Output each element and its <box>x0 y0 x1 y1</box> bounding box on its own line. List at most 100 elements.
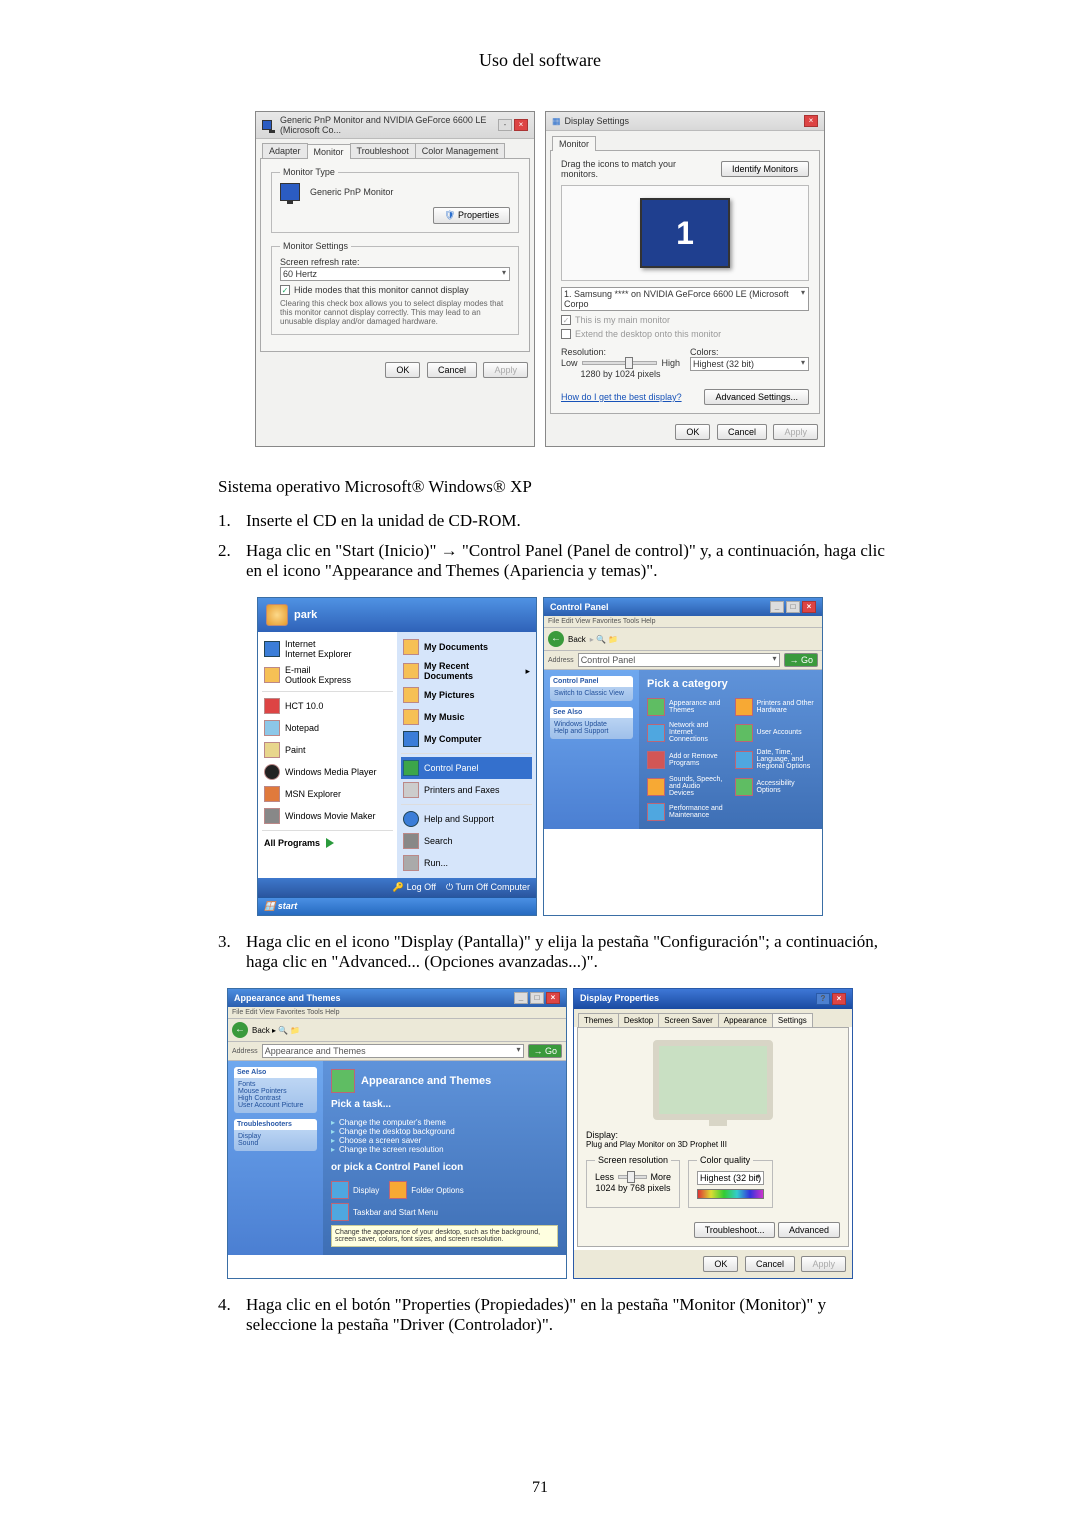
cancel-button[interactable]: Cancel <box>745 1256 795 1272</box>
extend-desktop-checkbox[interactable] <box>561 329 571 339</box>
start-item-internet[interactable]: Internet Internet Explorer <box>262 636 393 662</box>
task-link[interactable]: ▸Change the desktop background <box>331 1127 558 1136</box>
cat-addremove[interactable]: Add or Remove Programs <box>647 749 727 770</box>
start-item-help[interactable]: Help and Support <box>401 808 532 830</box>
start-item-email[interactable]: E-mail Outlook Express <box>262 662 393 688</box>
cat-printers[interactable]: Printers and Other Hardware <box>735 698 815 716</box>
tab-troubleshoot[interactable]: Troubleshoot <box>350 143 416 158</box>
tab-themes[interactable]: Themes <box>578 1013 619 1027</box>
close-icon[interactable]: × <box>546 992 560 1004</box>
start-item-music[interactable]: My Music <box>401 706 532 728</box>
tab-monitor[interactable]: Monitor <box>307 144 351 159</box>
ok-button[interactable]: OK <box>675 424 710 440</box>
task-link[interactable]: ▸Change the screen resolution <box>331 1145 558 1154</box>
start-item-mydocs[interactable]: My Documents <box>401 636 532 658</box>
refresh-rate-select[interactable]: 60 Hertz <box>280 267 510 281</box>
start-item-notepad[interactable]: Notepad <box>262 717 393 739</box>
start-item-hct[interactable]: HCT 10.0 <box>262 695 393 717</box>
close-icon[interactable]: × <box>804 115 818 127</box>
close-icon[interactable]: × <box>832 993 846 1005</box>
cp-icon-display[interactable]: Display <box>331 1181 379 1199</box>
see-also-item[interactable]: High Contrast <box>238 1095 313 1102</box>
cat-network[interactable]: Network and Internet Connections <box>647 722 727 743</box>
start-item-control-panel[interactable]: Control Panel <box>401 757 532 779</box>
colors-select[interactable]: Highest (32 bit) <box>690 357 809 371</box>
start-item-search[interactable]: Search <box>401 830 532 852</box>
tab-desktop[interactable]: Desktop <box>618 1013 659 1027</box>
task-link[interactable]: ▸Change the computer's theme <box>331 1118 558 1127</box>
go-button[interactable]: → Go <box>784 653 818 667</box>
best-display-link[interactable]: How do I get the best display? <box>561 392 682 402</box>
start-item-wmp[interactable]: Windows Media Player <box>262 761 393 783</box>
start-item-pictures[interactable]: My Pictures <box>401 684 532 706</box>
hide-modes-checkbox[interactable]: ✓ <box>280 285 290 295</box>
maximize-icon[interactable]: □ <box>786 601 800 613</box>
start-item-computer[interactable]: My Computer <box>401 728 532 750</box>
ts-item[interactable]: Display <box>238 1133 313 1140</box>
see-also-item[interactable]: Windows Update <box>554 721 629 728</box>
monitor-preview-1[interactable]: 1 <box>640 198 730 268</box>
resolution-slider[interactable] <box>618 1175 647 1179</box>
cancel-button[interactable]: Cancel <box>717 424 767 440</box>
cp-icon-taskbar[interactable]: Taskbar and Start Menu <box>331 1203 558 1221</box>
troubleshoot-button[interactable]: Troubleshoot... <box>694 1222 776 1238</box>
back-button[interactable]: ← <box>548 631 564 647</box>
apply-button[interactable]: Apply <box>483 362 528 378</box>
tab-screensaver[interactable]: Screen Saver <box>658 1013 718 1027</box>
see-also-item[interactable]: Mouse Pointers <box>238 1088 313 1095</box>
cat-performance[interactable]: Performance and Maintenance <box>647 803 727 821</box>
menu-bar[interactable]: File Edit View Favorites Tools Help <box>228 1007 566 1019</box>
cat-datetime[interactable]: Date, Time, Language, and Regional Optio… <box>735 749 815 770</box>
minimize-icon[interactable]: _ <box>514 992 528 1004</box>
apply-button[interactable]: Apply <box>773 424 818 440</box>
start-item-msn[interactable]: MSN Explorer <box>262 783 393 805</box>
tab-monitor[interactable]: Monitor <box>552 136 596 151</box>
tab-color-management[interactable]: Color Management <box>415 143 506 158</box>
cat-appearance[interactable]: Appearance and Themes <box>647 698 727 716</box>
close-icon[interactable]: × <box>514 119 528 131</box>
task-link[interactable]: ▸Choose a screen saver <box>331 1136 558 1145</box>
start-item-recent[interactable]: My Recent Documents▸ <box>401 658 532 684</box>
start-item-printers[interactable]: Printers and Faxes <box>401 779 532 801</box>
back-button[interactable]: ← <box>232 1022 248 1038</box>
monitor-select[interactable]: 1. Samsung **** on NVIDIA GeForce 6600 L… <box>561 287 809 311</box>
tab-appearance[interactable]: Appearance <box>718 1013 773 1027</box>
advanced-button[interactable]: Advanced <box>778 1222 840 1238</box>
advanced-settings-button[interactable]: Advanced Settings... <box>704 389 809 405</box>
ts-item[interactable]: Sound <box>238 1140 313 1147</box>
identify-monitors-button[interactable]: Identify Monitors <box>721 161 809 177</box>
cp-icon-folder-options[interactable]: Folder Options <box>389 1181 463 1199</box>
see-also-item[interactable]: Fonts <box>238 1081 313 1088</box>
cat-accessibility[interactable]: Accessibility Options <box>735 776 815 797</box>
cat-users[interactable]: User Accounts <box>735 722 815 743</box>
cancel-button[interactable]: Cancel <box>427 362 477 378</box>
go-button[interactable]: → Go <box>528 1044 562 1058</box>
start-item-wmm[interactable]: Windows Movie Maker <box>262 805 393 827</box>
address-bar[interactable]: Control Panel <box>578 653 781 667</box>
turn-off-button[interactable]: ⏻ Turn Off Computer <box>446 882 530 893</box>
maximize-icon[interactable]: □ <box>530 992 544 1004</box>
close-icon[interactable]: × <box>802 601 816 613</box>
log-off-button[interactable]: 🔑 Log Off <box>393 882 436 893</box>
resolution-slider[interactable] <box>582 361 658 365</box>
see-also-item[interactable]: Help and Support <box>554 728 629 735</box>
apply-button[interactable]: Apply <box>801 1256 846 1272</box>
start-item-paint[interactable]: Paint <box>262 739 393 761</box>
properties-button[interactable]: 🛡 Properties <box>433 207 510 224</box>
tab-adapter[interactable]: Adapter <box>262 143 308 158</box>
address-bar[interactable]: Appearance and Themes <box>262 1044 525 1058</box>
all-programs[interactable]: All Programs <box>262 834 393 852</box>
main-monitor-checkbox[interactable]: ✓ <box>561 315 571 325</box>
ok-button[interactable]: OK <box>385 362 420 378</box>
ok-button[interactable]: OK <box>703 1256 738 1272</box>
switch-classic-link[interactable]: Switch to Classic View <box>554 690 629 697</box>
help-icon[interactable]: ? <box>816 993 830 1005</box>
minimize-icon[interactable]: - <box>498 119 512 131</box>
cat-sounds[interactable]: Sounds, Speech, and Audio Devices <box>647 776 727 797</box>
color-quality-select[interactable]: Highest (32 bit) <box>697 1171 764 1185</box>
see-also-item[interactable]: User Account Picture <box>238 1102 313 1109</box>
start-button[interactable]: 🪟 start <box>258 897 536 915</box>
menu-bar[interactable]: File Edit View Favorites Tools Help <box>544 616 822 628</box>
minimize-icon[interactable]: _ <box>770 601 784 613</box>
tab-settings[interactable]: Settings <box>772 1013 813 1027</box>
